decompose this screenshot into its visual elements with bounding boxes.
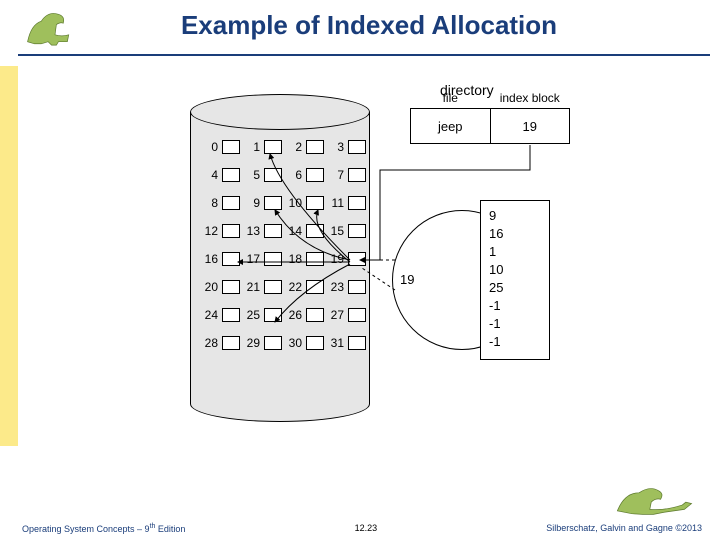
header: Example of Indexed Allocation: [18, 0, 720, 66]
diagram: 0123 4567 891011 12131415 16171819 20212…: [150, 90, 600, 470]
footer-right: Silberschatz, Galvin and Gagne ©2013: [546, 523, 702, 533]
page-title: Example of Indexed Allocation: [18, 0, 720, 41]
footer-page-number: 12.23: [355, 523, 378, 533]
arrows-overlay: [150, 90, 600, 470]
left-sidebar: [0, 0, 18, 540]
dinosaur-footer-icon: [612, 482, 702, 518]
title-rule: [18, 54, 710, 56]
dinosaur-icon: [20, 4, 90, 52]
footer-left: Operating System Concepts – 9th Edition: [22, 523, 185, 534]
footer: Operating System Concepts – 9th Edition …: [0, 520, 720, 540]
